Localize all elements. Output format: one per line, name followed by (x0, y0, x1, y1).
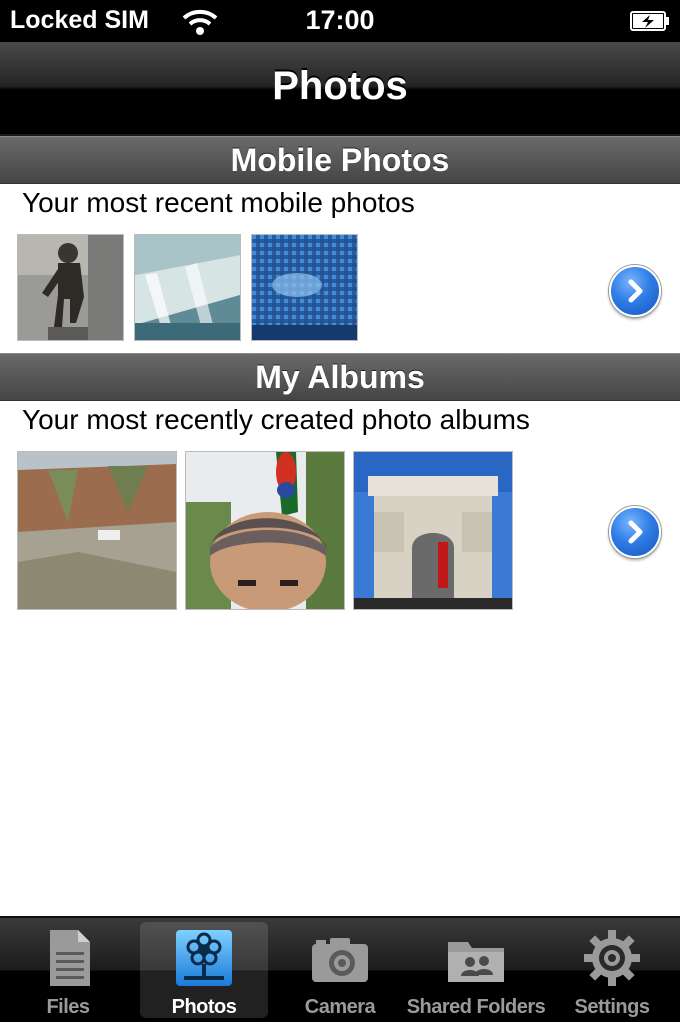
mobile-photos-more-button[interactable] (609, 265, 661, 317)
status-bar: Locked SIM 17:00 (0, 0, 680, 42)
shared-folder-icon (448, 942, 504, 982)
tab-bar: Files Photos Camera Shared Folders Setti… (0, 916, 680, 1022)
tab-shared-folders-label: Shared Folders (406, 996, 546, 1018)
cliff-landscape-album[interactable] (17, 451, 177, 610)
mobile-photos-subtitle: Your most recent mobile photos (22, 187, 415, 218)
tab-files[interactable]: Files (4, 922, 132, 1018)
tab-camera[interactable]: Camera (276, 922, 404, 1018)
man-with-parrot-album[interactable] (185, 451, 345, 610)
mobile-photos-header: Mobile Photos (0, 136, 680, 184)
tab-photos-label: Photos (171, 996, 237, 1018)
my-albums-subtitle: Your most recently created photo albums (22, 404, 530, 435)
my-albums-header: My Albums (0, 353, 680, 401)
tab-shared-folders[interactable]: Shared Folders (407, 922, 546, 1018)
navigation-bar: Photos (0, 42, 680, 136)
mosaic-photo-thumbnail[interactable] (251, 234, 358, 341)
chevron-right-icon (628, 279, 643, 303)
gear-icon (584, 930, 640, 986)
arc-de-triomphe-album[interactable] (353, 451, 513, 610)
chevron-right-icon (628, 520, 643, 544)
clock: 17:00 (305, 5, 375, 35)
my-albums-more-button[interactable] (609, 506, 661, 558)
tab-camera-label: Camera (304, 996, 376, 1018)
tab-settings[interactable]: Settings (548, 922, 676, 1018)
statue-photo-thumbnail[interactable] (17, 234, 124, 341)
tab-settings-label: Settings (574, 996, 650, 1018)
battery-charging-icon (630, 11, 669, 31)
waterfall-photo-thumbnail[interactable] (134, 234, 241, 341)
tab-files-label: Files (46, 996, 90, 1018)
flower-icon (176, 930, 232, 986)
tab-photos[interactable]: Photos (140, 922, 268, 1018)
camera-icon (312, 938, 368, 982)
page-title: Photos (272, 64, 408, 108)
document-icon (50, 930, 90, 986)
